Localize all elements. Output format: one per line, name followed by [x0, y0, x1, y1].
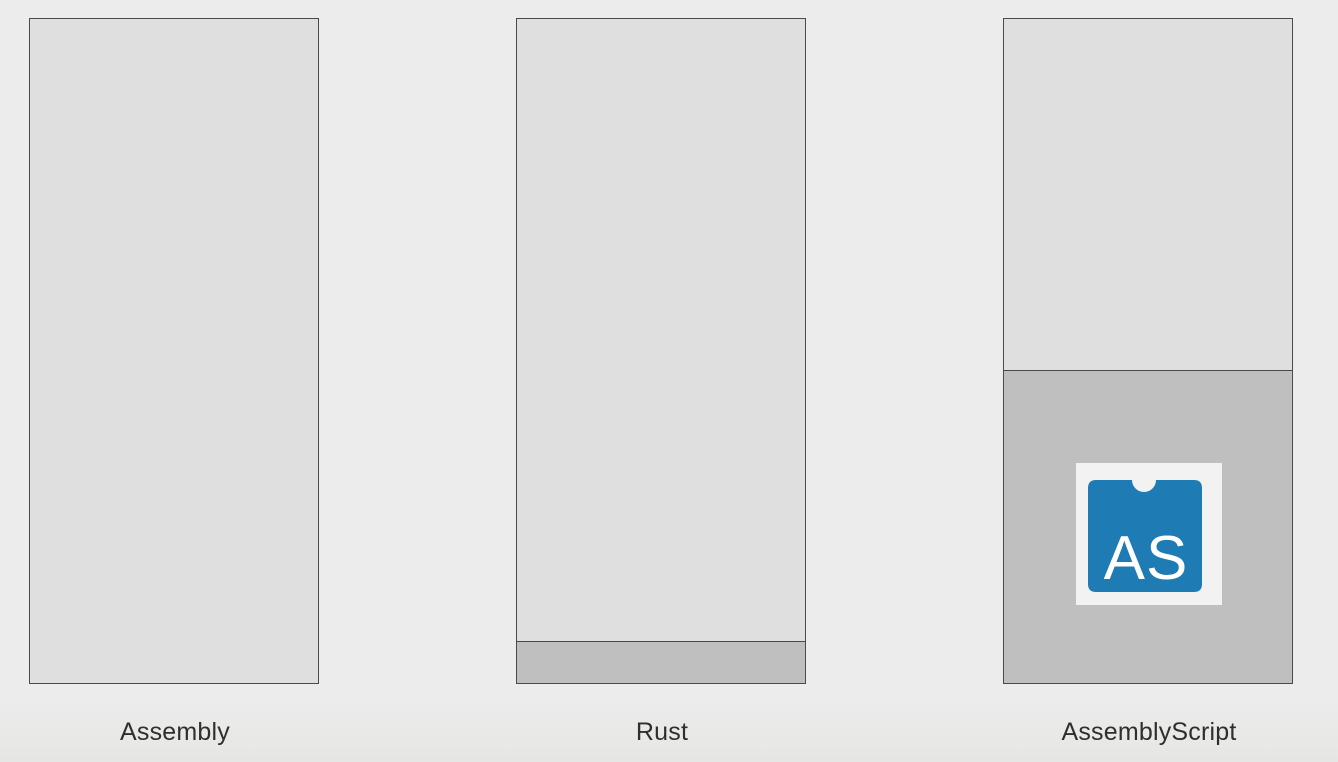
assembly-label: Assembly: [120, 718, 230, 746]
rust-label: Rust: [635, 718, 689, 746]
assemblyscript-label: AssemblyScript: [1061, 718, 1237, 746]
rust-bar-empty: [517, 19, 805, 641]
assemblyscript-logo-icon: AS: [1088, 480, 1202, 593]
assemblyscript-bar-filled: AS: [1004, 370, 1292, 683]
column-assemblyscript: AS AssemblyScript: [1003, 18, 1293, 746]
assemblyscript-bar: AS: [1003, 18, 1293, 684]
assemblyscript-logo-frame: AS: [1076, 463, 1222, 605]
assembly-bar-empty: [30, 19, 318, 683]
rust-bar: [516, 18, 806, 684]
assembly-bar: [29, 18, 319, 684]
column-assembly: Assembly: [29, 18, 319, 746]
rust-bar-filled: [517, 641, 805, 683]
assemblyscript-logo-text: AS: [1104, 524, 1189, 593]
column-rust: Rust: [516, 18, 806, 746]
assemblyscript-bar-empty: [1004, 19, 1292, 370]
diagram-stage: Assembly Rust AS AssemblyScript: [0, 0, 1338, 762]
